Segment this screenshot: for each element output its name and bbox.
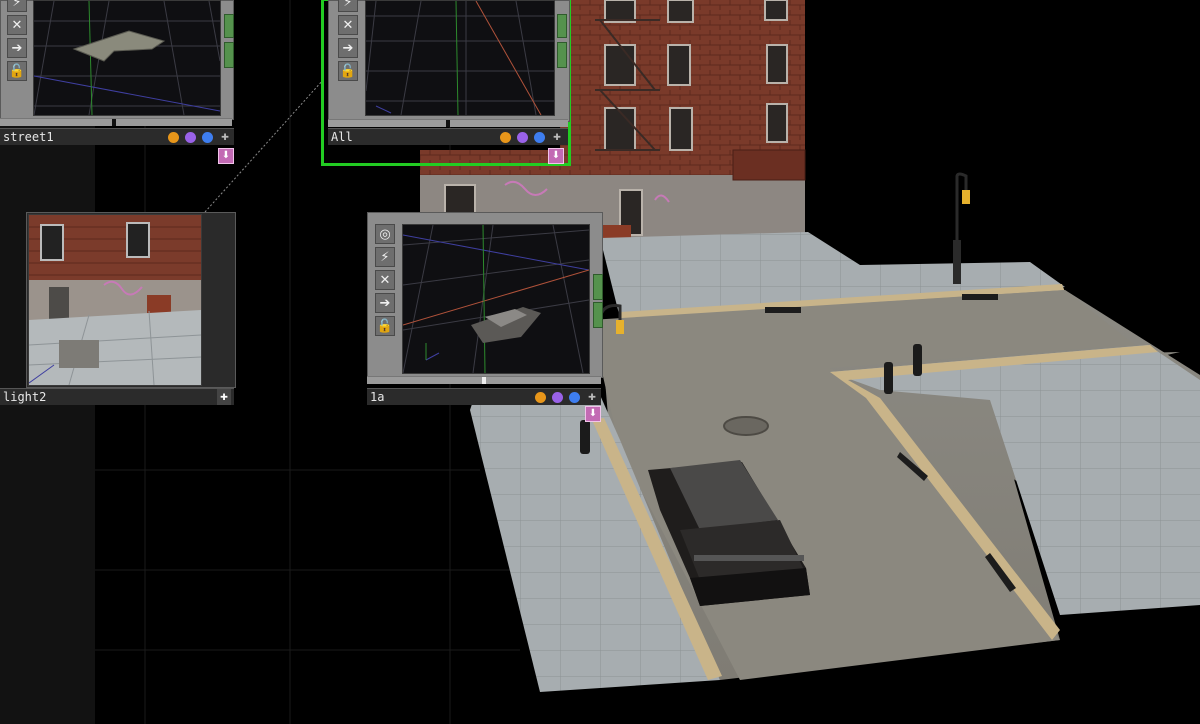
plus-icon[interactable]: ✚	[550, 129, 564, 145]
scroll-mark	[482, 377, 486, 384]
node-scroll-strip[interactable]	[0, 118, 232, 126]
node-name[interactable]: light2	[3, 390, 46, 404]
node-1a[interactable]: ◎ ⚡ ✕ ➔ 🔓 1a ✚ ⬇	[367, 212, 603, 424]
node-name[interactable]: street1	[3, 130, 54, 144]
flag-orange[interactable]	[168, 132, 179, 143]
node-footer: light2 ✚	[0, 388, 234, 405]
node-footer: All ✚	[328, 128, 568, 145]
close-icon[interactable]: ✕	[7, 15, 27, 35]
node-footer: 1a ✚	[367, 388, 601, 405]
node-toolbar: ⚡ ✕ ➔ 🔓	[338, 0, 360, 81]
flag-purple[interactable]	[185, 132, 196, 143]
plus-icon[interactable]: ✚	[218, 129, 232, 145]
node-viewer[interactable]	[402, 224, 590, 374]
node-name[interactable]: 1a	[370, 390, 384, 404]
arrow-icon[interactable]: ➔	[375, 293, 395, 313]
flag-purple[interactable]	[552, 392, 563, 403]
manhole	[723, 416, 769, 436]
plus-icon[interactable]: ✚	[585, 389, 599, 405]
flag-blue[interactable]	[569, 392, 580, 403]
side-tab[interactable]	[224, 42, 234, 68]
pulse-icon[interactable]: ⚡	[7, 0, 27, 12]
flag-blue[interactable]	[534, 132, 545, 143]
close-icon[interactable]: ✕	[338, 15, 358, 35]
node-scroll-strip[interactable]	[367, 376, 601, 384]
node-street1[interactable]: ⚡ ✕ ➔ 🔓 street1 ✚ ⬇	[0, 0, 236, 165]
flag-orange[interactable]	[500, 132, 511, 143]
scroll-mark	[112, 119, 116, 126]
side-tab[interactable]	[557, 42, 567, 68]
flag-purple[interactable]	[517, 132, 528, 143]
plus-icon[interactable]: ✚	[217, 389, 231, 405]
lock-icon[interactable]: 🔓	[7, 61, 27, 81]
radio-icon[interactable]: ◎	[375, 224, 395, 244]
pulse-icon[interactable]: ⚡	[375, 247, 395, 267]
node-footer: street1 ✚	[0, 128, 234, 145]
flag-blue[interactable]	[202, 132, 213, 143]
close-icon[interactable]: ✕	[375, 270, 395, 290]
arrow-icon[interactable]: ➔	[338, 38, 358, 58]
side-tab[interactable]	[593, 274, 603, 300]
node-viewer[interactable]	[28, 214, 202, 386]
node-viewer[interactable]	[33, 0, 221, 116]
node-viewer[interactable]	[365, 0, 555, 116]
node-scroll-strip[interactable]	[328, 119, 568, 127]
flag-orange[interactable]	[535, 392, 546, 403]
output-connector[interactable]: ⬇	[218, 148, 234, 164]
node-all[interactable]: ⚡ ✕ ➔ 🔓 All ✚ ⬇	[320, 0, 576, 172]
output-connector[interactable]: ⬇	[585, 406, 601, 422]
lock-icon[interactable]: 🔓	[375, 316, 395, 336]
node-light2[interactable]: light2 ✚	[0, 212, 236, 406]
side-tab[interactable]	[224, 14, 234, 38]
lock-icon[interactable]: 🔓	[338, 61, 358, 81]
node-name[interactable]: All	[331, 130, 353, 144]
pulse-icon[interactable]: ⚡	[338, 0, 358, 12]
side-tab[interactable]	[557, 14, 567, 38]
output-connector[interactable]: ⬇	[548, 148, 564, 164]
node-toolbar: ◎ ⚡ ✕ ➔ 🔓	[375, 224, 397, 336]
side-tab[interactable]	[593, 302, 603, 328]
arrow-icon[interactable]: ➔	[7, 38, 27, 58]
scroll-mark	[446, 120, 450, 127]
node-toolbar: ⚡ ✕ ➔ 🔓	[7, 0, 29, 81]
